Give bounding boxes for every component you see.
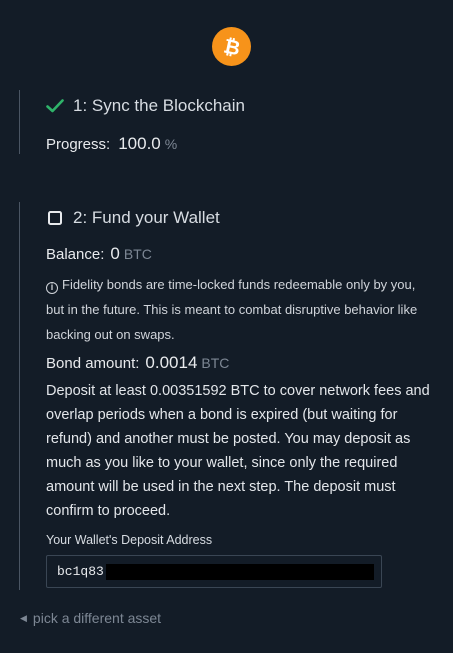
progress-label: Progress: [46,136,111,153]
step2-title: 2: Fund your Wallet [73,208,220,227]
info-icon: i [46,281,58,294]
step1-title: 1: Sync the Blockchain [73,96,245,115]
pick-different-asset-link[interactable]: ◀ pick a different asset [20,610,161,626]
deposit-address-field[interactable]: bc1q83 [46,555,382,588]
deposit-address-prefix: bc1q83 [57,564,104,579]
step2-header: 2: Fund your Wallet [46,204,439,232]
deposit-instructions: Deposit at least 0.00351592 BTC to cover… [46,383,430,519]
fidelity-bond-info-text: Fidelity bonds are time-locked funds red… [46,277,418,342]
bond-label: Bond amount: [46,355,140,372]
step-fund-wallet: 2: Fund your Wallet Balance: 0 BTC i Fide… [19,202,439,590]
balance-row: Balance: 0 BTC [46,244,439,264]
fidelity-bond-info: i Fidelity bonds are time-locked funds re… [46,272,431,347]
back-link-label: pick a different asset [32,610,162,626]
progress-unit: % [164,136,178,152]
svg-text:₿: ₿ [221,35,242,59]
checkmark-icon [46,97,64,115]
step-sync-blockchain: 1: Sync the Blockchain Progress: 100.0 % [19,90,439,154]
bitcoin-glyph: ₿ [221,35,242,59]
bond-unit: BTC [201,355,230,371]
bond-value: 0.0014 [145,353,198,372]
balance-unit: BTC [123,246,152,262]
bitcoin-icon: ₿ [212,27,251,66]
page: ₿ 1: Sync the Blockchain Progress: 100.0… [0,0,453,653]
balance-value: 0 [110,244,120,263]
redacted-address [105,563,374,580]
bond-amount-row: Bond amount: 0.0014 BTC [46,353,439,373]
step1-header: 1: Sync the Blockchain [46,92,439,120]
balance-label: Balance: [46,246,105,263]
checkbox-empty-icon [46,209,64,227]
progress-row: Progress: 100.0 % [46,134,439,154]
deposit-address-label: Your Wallet's Deposit Address [46,533,213,547]
caret-left-icon: ◀ [20,612,27,623]
progress-value: 100.0 [118,134,161,153]
